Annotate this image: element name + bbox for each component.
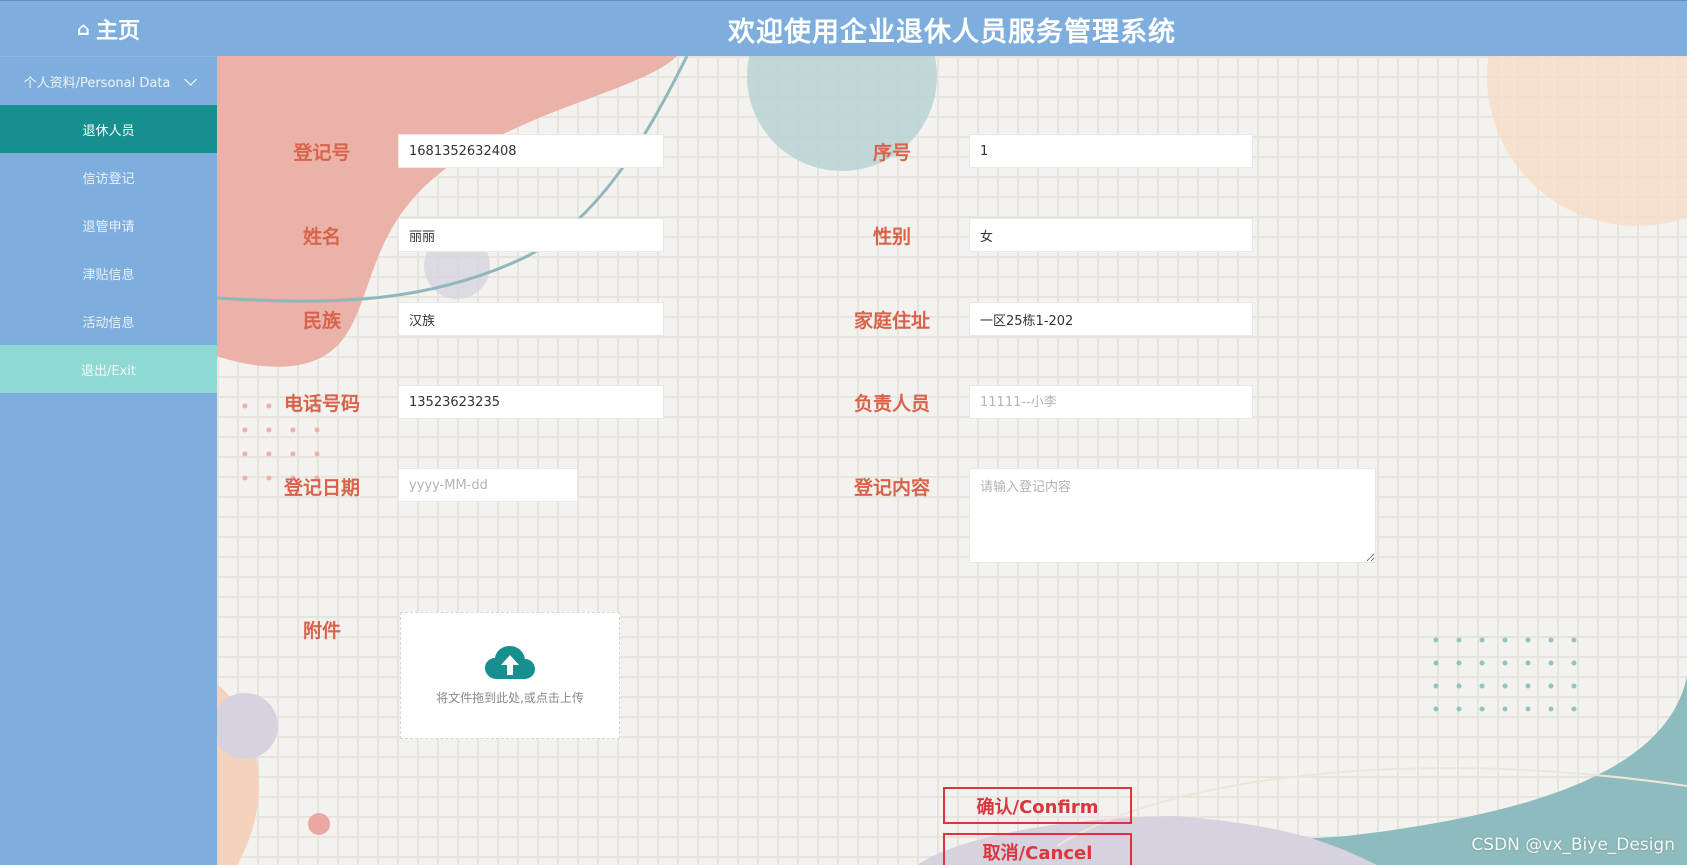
form-content-area: 登记号 序号 姓名 性别 民族 家庭住址 电话号码 负责人员 登记日期 登记内容…: [217, 56, 1687, 865]
register-content-textarea[interactable]: [969, 468, 1376, 563]
person-in-charge-select[interactable]: [969, 385, 1253, 419]
serial-no-input[interactable]: [969, 134, 1253, 168]
ethnicity-label: 民族: [302, 310, 341, 332]
sidebar-item-allowance[interactable]: 津贴信息: [0, 249, 217, 297]
register-no-label: 登记号: [293, 142, 351, 164]
name-input[interactable]: [398, 218, 664, 252]
attachment-label: 附件: [302, 620, 341, 642]
upload-hint: 将文件拖到此处,或点击上传: [436, 691, 584, 705]
background-decoration: [217, 56, 1687, 865]
sidebar-item-retirement-application[interactable]: 退管申请: [0, 201, 217, 249]
address-input[interactable]: [969, 302, 1253, 336]
cancel-button[interactable]: 取消/Cancel: [943, 833, 1132, 865]
register-no-input[interactable]: [398, 134, 664, 168]
sidebar-item-activity[interactable]: 活动信息: [0, 297, 217, 345]
home-label: 主页: [95, 19, 140, 44]
watermark: CSDN @vx_Biye_Design: [1471, 835, 1675, 855]
cloud-upload-icon: [485, 646, 535, 679]
sidebar-item-retirees[interactable]: 退休人员: [0, 105, 217, 153]
name-label: 姓名: [302, 226, 341, 248]
gender-label: 性别: [872, 226, 911, 248]
chevron-down-icon: [184, 72, 198, 86]
serial-no-label: 序号: [872, 142, 911, 164]
sidebar: 个人资料/Personal Data 退休人员 信访登记 退管申请 津贴信息 活…: [0, 56, 217, 865]
register-content-label: 登记内容: [853, 477, 930, 499]
home-link[interactable]: ⌂ 主页: [0, 1, 217, 57]
upload-dropzone[interactable]: 将文件拖到此处,或点击上传: [400, 612, 620, 739]
register-date-label: 登记日期: [283, 477, 360, 499]
phone-input[interactable]: [398, 385, 664, 419]
gender-input[interactable]: [969, 218, 1253, 252]
sidebar-group-personal-data[interactable]: 个人资料/Personal Data: [0, 56, 217, 105]
sidebar-group-label: 个人资料/Personal Data: [23, 75, 171, 91]
address-label: 家庭住址: [853, 310, 930, 332]
sidebar-item-petition[interactable]: 信访登记: [0, 153, 217, 201]
home-icon: ⌂: [77, 18, 90, 40]
person-in-charge-label: 负责人员: [853, 393, 930, 415]
ethnicity-input[interactable]: [398, 302, 664, 336]
top-bar: ⌂ 主页 欢迎使用企业退休人员服务管理系统: [0, 0, 1687, 56]
app-title: 欢迎使用企业退休人员服务管理系统: [728, 16, 1176, 48]
sidebar-item-exit[interactable]: 退出/Exit: [0, 345, 217, 393]
register-date-input[interactable]: [398, 468, 578, 502]
phone-label: 电话号码: [283, 393, 360, 415]
confirm-button[interactable]: 确认/Confirm: [943, 787, 1132, 824]
